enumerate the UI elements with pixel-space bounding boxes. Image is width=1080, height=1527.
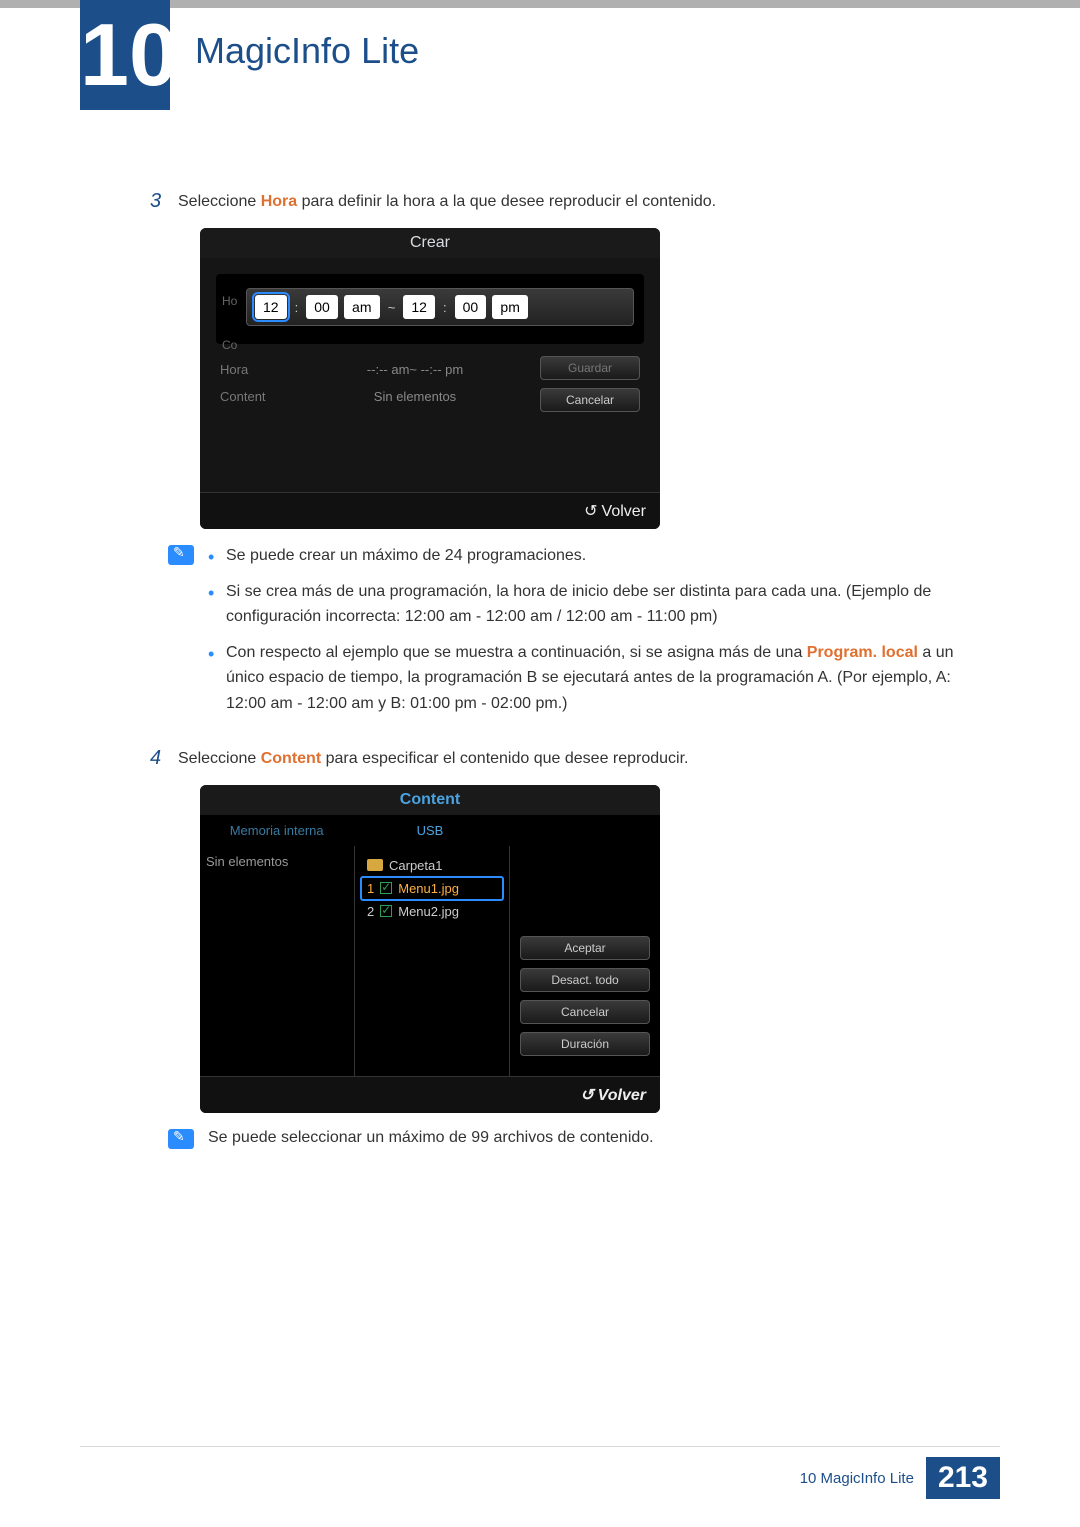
file-index: 1: [367, 881, 374, 896]
step-number: 4: [150, 747, 178, 771]
save-button[interactable]: Guardar: [540, 356, 640, 380]
file-row-folder[interactable]: Carpeta1: [361, 854, 503, 877]
row-value-content: Sin elementos: [300, 389, 530, 404]
note-text: Se puede seleccionar un máximo de 99 arc…: [208, 1127, 654, 1149]
step-3: 3 Seleccione Hora para definir la hora a…: [150, 190, 990, 214]
note-keyword: Program. local: [807, 644, 918, 661]
step-4: 4 Seleccione Content para especificar el…: [150, 747, 990, 771]
page-footer: 10 MagicInfo Lite 213: [800, 1457, 1000, 1499]
note-block-2: Se puede seleccionar un máximo de 99 arc…: [168, 1127, 990, 1149]
check-icon: [380, 882, 392, 894]
note-item: Se puede crear un máximo de 24 programac…: [208, 543, 990, 569]
time-picker: 12 : 00 am ~ 12 : 00 pm: [246, 288, 634, 326]
step4-post: para especificar el contenido que desee …: [321, 750, 688, 767]
row-value-hora: --:-- am~ --:-- pm: [300, 362, 530, 377]
note-icon: [168, 545, 194, 565]
side-label-top: Ho: [222, 294, 237, 308]
screenshot-content: Content Memoria interna USB Sin elemento…: [200, 785, 660, 1113]
cancel-button[interactable]: Cancelar: [520, 1000, 650, 1024]
time-colon: :: [293, 300, 301, 315]
file-name: Menu2.jpg: [398, 904, 459, 919]
chapter-title: MagicInfo Lite: [195, 30, 419, 72]
time-minute-start[interactable]: 00: [306, 295, 338, 319]
accept-button[interactable]: Aceptar: [520, 936, 650, 960]
time-hour-start[interactable]: 12: [255, 295, 287, 319]
note-pre: Con respecto al ejemplo que se muestra a…: [226, 644, 807, 661]
note-icon: [168, 1129, 194, 1149]
step-number: 3: [150, 190, 178, 214]
cancel-button[interactable]: Cancelar: [540, 388, 640, 412]
step3-post: para definir la hora a la que desee repr…: [297, 193, 716, 210]
file-index: 2: [367, 904, 374, 919]
note-item: Con respecto al ejemplo que se muestra a…: [208, 640, 990, 717]
screenshot-crear: Crear Ho Co 12 : 00 am ~ 12 : 0: [200, 228, 660, 529]
time-ampm-start[interactable]: am: [344, 295, 380, 319]
folder-icon: [367, 859, 383, 871]
time-range-sep: ~: [386, 300, 398, 315]
row-label-content: Content: [220, 389, 300, 404]
deselect-all-button[interactable]: Desact. todo: [520, 968, 650, 992]
chapter-number: 10: [80, 0, 170, 110]
file-row[interactable]: 2 Menu2.jpg: [361, 900, 503, 923]
dialog-title: Crear: [200, 228, 660, 258]
note-item: Si se crea más de una programación, la h…: [208, 579, 990, 630]
file-name: Menu1.jpg: [398, 881, 459, 896]
dialog-footer[interactable]: Volver: [200, 492, 660, 529]
column-left: Sin elementos: [200, 846, 355, 1076]
time-minute-end[interactable]: 00: [455, 295, 487, 319]
column-right: Carpeta1 1 Menu1.jpg 2 Menu2.jpg: [355, 846, 510, 1076]
empty-placeholder: Sin elementos: [206, 854, 348, 869]
row-label-hora: Hora: [220, 362, 300, 377]
return-icon: [584, 503, 601, 520]
return-label: Volver: [602, 503, 646, 520]
side-label-bot: Co: [222, 338, 237, 352]
dialog-title: Content: [200, 785, 660, 815]
file-row[interactable]: 1 Menu1.jpg: [361, 877, 503, 900]
page-number: 213: [926, 1457, 1000, 1499]
time-hour-end[interactable]: 12: [403, 295, 435, 319]
file-name: Carpeta1: [389, 858, 442, 873]
step3-keyword: Hora: [261, 193, 297, 210]
time-ampm-end[interactable]: pm: [492, 295, 528, 319]
tab-memoria-interna[interactable]: Memoria interna: [200, 815, 353, 846]
return-label: Volver: [598, 1087, 646, 1104]
footer-rule: [80, 1446, 1000, 1447]
dialog-footer[interactable]: Volver: [200, 1076, 660, 1113]
time-colon: :: [441, 300, 449, 315]
footer-label: 10 MagicInfo Lite: [800, 1470, 914, 1487]
note-block-1: Se puede crear un máximo de 24 programac…: [168, 543, 990, 727]
step4-pre: Seleccione: [178, 750, 261, 767]
step-text: Seleccione Hora para definir la hora a l…: [178, 190, 990, 214]
check-icon: [380, 905, 392, 917]
step3-pre: Seleccione: [178, 193, 261, 210]
tab-usb[interactable]: USB: [353, 815, 506, 846]
step4-keyword: Content: [261, 750, 321, 767]
return-icon: [580, 1087, 597, 1104]
step-text: Seleccione Content para especificar el c…: [178, 747, 990, 771]
duration-button[interactable]: Duración: [520, 1032, 650, 1056]
